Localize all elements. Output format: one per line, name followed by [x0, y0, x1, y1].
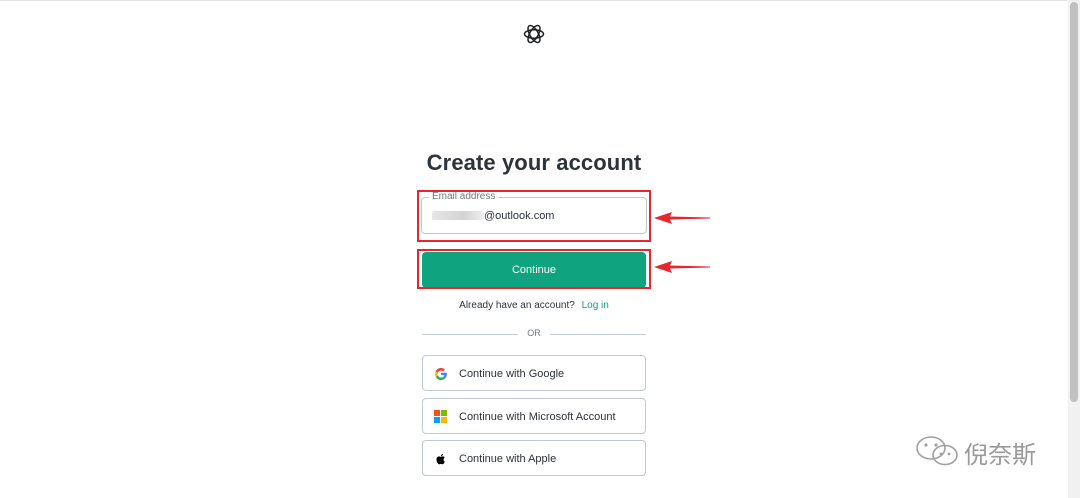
continue-with-google-button[interactable]: Continue with Google	[422, 355, 646, 391]
microsoft-button-label: Continue with Microsoft Account	[459, 411, 616, 423]
highlight-box-continue	[417, 249, 651, 289]
login-prompt-text: Already have an account?	[459, 300, 575, 311]
arrow-left-icon	[654, 212, 710, 224]
page-title: Create your account	[426, 150, 642, 175]
scrollbar-thumb[interactable]	[1070, 2, 1078, 402]
apple-icon	[436, 454, 445, 465]
apple-button-label: Continue with Apple	[459, 453, 557, 465]
watermark-text: 倪奈斯	[964, 441, 1036, 469]
login-link[interactable]: Log in	[582, 300, 609, 311]
google-button-label: Continue with Google	[459, 368, 565, 380]
continue-with-apple-button[interactable]: Continue with Apple	[422, 440, 646, 476]
top-border	[0, 0, 1068, 1]
divider-line	[550, 334, 646, 335]
arrow-left-icon	[654, 261, 710, 273]
highlight-box-email	[417, 190, 651, 242]
microsoft-icon	[434, 410, 448, 424]
divider-text: OR	[527, 328, 541, 338]
page-scrollbar[interactable]	[1068, 0, 1080, 498]
continue-with-microsoft-button[interactable]: Continue with Microsoft Account	[422, 398, 646, 434]
or-divider: OR	[422, 328, 646, 340]
wechat-icon	[916, 436, 958, 466]
google-icon	[435, 368, 447, 380]
openai-logo-icon	[523, 24, 545, 44]
login-prompt-row: Already have an account? Log in	[0, 300, 1068, 311]
